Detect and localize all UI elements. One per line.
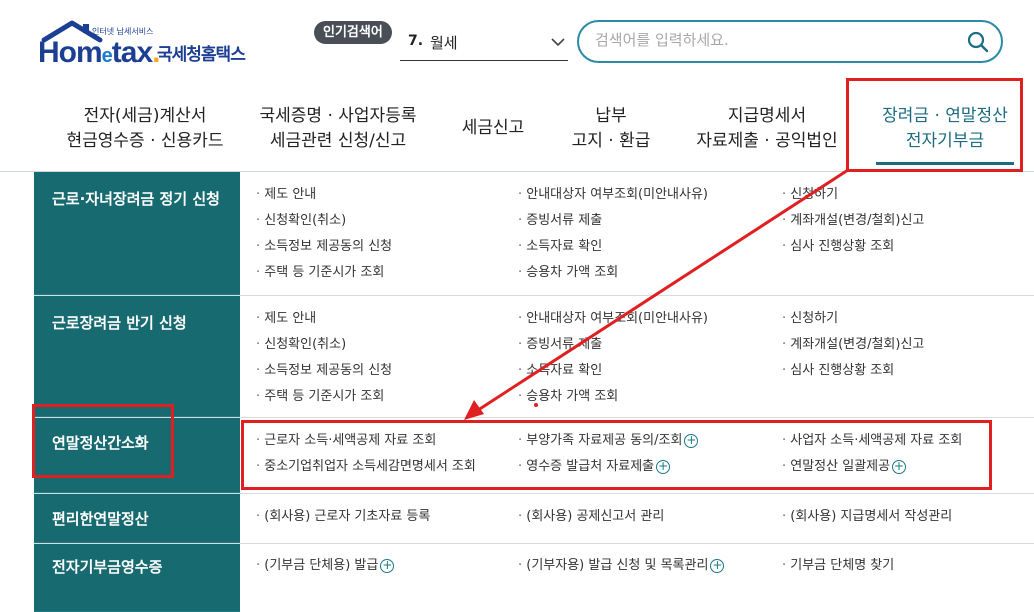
- menu-row-regular-incentive: 근로·자녀장려금 정기 신청 제도 안내 신청확인(취소) 소득정보 제공동의 …: [34, 172, 1034, 296]
- menu-link[interactable]: 심사 진행상황 조회: [782, 234, 924, 260]
- menu-row-title: 근로장려금 반기 신청: [34, 296, 240, 417]
- popular-keywords-label: 인기검색어: [314, 21, 392, 44]
- menu-link[interactable]: 기부금 단체명 찾기: [782, 553, 894, 579]
- menu-link[interactable]: 제도 안내: [256, 182, 392, 208]
- menu-link[interactable]: 심사 진행상황 조회: [782, 358, 924, 384]
- menu-row-donation-receipt: 전자기부금영수증 (기부금 단체용) 발급+ (기부자용) 발급 신청 및 목록…: [34, 544, 1034, 612]
- menu-column-1: 제도 안내 신청확인(취소) 소득정보 제공동의 신청 주택 등 기준시가 조회: [256, 306, 392, 410]
- menu-column-1: (회사용) 근로자 기초자료 등록: [256, 504, 430, 530]
- nav-item-tax-filing[interactable]: 세금신고: [452, 116, 534, 141]
- menu-link[interactable]: (회사용) 공제신고서 관리: [518, 504, 664, 530]
- nav-item-certificates[interactable]: 국세증명 · 사업자등록 세금관련 신청/신고: [248, 104, 428, 154]
- popular-keyword-text: 월세: [430, 34, 458, 52]
- menu-column-1: (기부금 단체용) 발급+: [256, 553, 395, 579]
- menu-link[interactable]: 소득자료 확인: [518, 234, 708, 260]
- annotation-box-nav: [846, 78, 1023, 172]
- menu-link[interactable]: 승용차 가액 조회: [518, 260, 708, 286]
- menu-column-3: (회사용) 지급명세서 작성관리: [782, 504, 952, 530]
- chevron-down-icon: [551, 38, 565, 47]
- popular-keyword-rank: 7.: [408, 33, 424, 49]
- menu-link[interactable]: 안내대상자 여부조회(미안내사유): [518, 182, 708, 208]
- menu-link[interactable]: 신청하기: [782, 182, 924, 208]
- menu-row-title: 근로·자녀장려금 정기 신청: [34, 172, 240, 295]
- plus-circle-icon[interactable]: +: [710, 558, 725, 573]
- menu-link[interactable]: 주택 등 기준시가 조회: [256, 260, 392, 286]
- search-input[interactable]: [595, 31, 955, 49]
- logo-brand: Hometax.: [38, 36, 161, 69]
- hometax-logo[interactable]: 인터넷 납세서비스 Hometax. 국세청홈택스: [38, 20, 253, 70]
- menu-link[interactable]: 신청하기: [782, 306, 924, 332]
- search-bar: [577, 20, 1003, 63]
- plus-circle-icon[interactable]: +: [380, 558, 395, 573]
- menu-link[interactable]: (기부금 단체용) 발급+: [256, 553, 395, 579]
- nav-item-e-invoice[interactable]: 전자(세금)계산서 현금영수증 · 신용카드: [50, 104, 240, 154]
- menu-column-2: (기부자용) 발급 신청 및 목록관리+: [518, 553, 725, 579]
- menu-link[interactable]: 소득정보 제공동의 신청: [256, 234, 392, 260]
- nav-item-payment-statement[interactable]: 지급명세서 자료제출 · 공익법인: [686, 104, 848, 154]
- menu-column-2: (회사용) 공제신고서 관리: [518, 504, 664, 530]
- annotation-box-links: [241, 420, 992, 490]
- menu-column-2: 안내대상자 여부조회(미안내사유) 증빙서류 제출 소득자료 확인 승용차 가액…: [518, 182, 708, 286]
- menu-link[interactable]: 승용차 가액 조회: [518, 384, 708, 410]
- menu-link[interactable]: 안내대상자 여부조회(미안내사유): [518, 306, 708, 332]
- menu-link[interactable]: (기부자용) 발급 신청 및 목록관리+: [518, 553, 725, 579]
- menu-row-convenient-yearend: 편리한연말정산 (회사용) 근로자 기초자료 등록 (회사용) 공제신고서 관리…: [34, 494, 1034, 544]
- menu-column-2: 안내대상자 여부조회(미안내사유) 증빙서류 제출 소득자료 확인 승용차 가액…: [518, 306, 708, 410]
- menu-link[interactable]: 제도 안내: [256, 306, 392, 332]
- menu-link[interactable]: (회사용) 지급명세서 작성관리: [782, 504, 952, 530]
- menu-column-1: 제도 안내 신청확인(취소) 소득정보 제공동의 신청 주택 등 기준시가 조회: [256, 182, 392, 286]
- menu-link[interactable]: 계좌개설(변경/철회)신고: [782, 332, 924, 358]
- menu-link[interactable]: 증빙서류 제출: [518, 208, 708, 234]
- menu-column-3: 기부금 단체명 찾기: [782, 553, 894, 579]
- menu-link[interactable]: 주택 등 기준시가 조회: [256, 384, 392, 410]
- logo-name: 국세청홈택스: [157, 45, 246, 65]
- menu-link[interactable]: 신청확인(취소): [256, 332, 392, 358]
- menu-link[interactable]: 소득정보 제공동의 신청: [256, 358, 392, 384]
- search-icon[interactable]: [967, 31, 989, 53]
- menu-link[interactable]: 증빙서류 제출: [518, 332, 708, 358]
- menu-link[interactable]: 신청확인(취소): [256, 208, 392, 234]
- menu-column-3: 신청하기 계좌개설(변경/철회)신고 심사 진행상황 조회: [782, 182, 924, 260]
- menu-column-3: 신청하기 계좌개설(변경/철회)신고 심사 진행상황 조회: [782, 306, 924, 384]
- menu-link[interactable]: (회사용) 근로자 기초자료 등록: [256, 504, 430, 530]
- menu-link[interactable]: 소득자료 확인: [518, 358, 708, 384]
- menu-row-half-year-incentive: 근로장려금 반기 신청 제도 안내 신청확인(취소) 소득정보 제공동의 신청 …: [34, 296, 1034, 418]
- nav-item-payment[interactable]: 납부 고지 · 환급: [556, 104, 666, 154]
- menu-row-title: 전자기부금영수증: [34, 544, 240, 612]
- annotation-box-row-title: [32, 404, 174, 478]
- menu-row-title: 편리한연말정산: [34, 494, 240, 543]
- menu-link[interactable]: 계좌개설(변경/철회)신고: [782, 208, 924, 234]
- popular-keyword-select[interactable]: 7. 월세: [400, 28, 568, 61]
